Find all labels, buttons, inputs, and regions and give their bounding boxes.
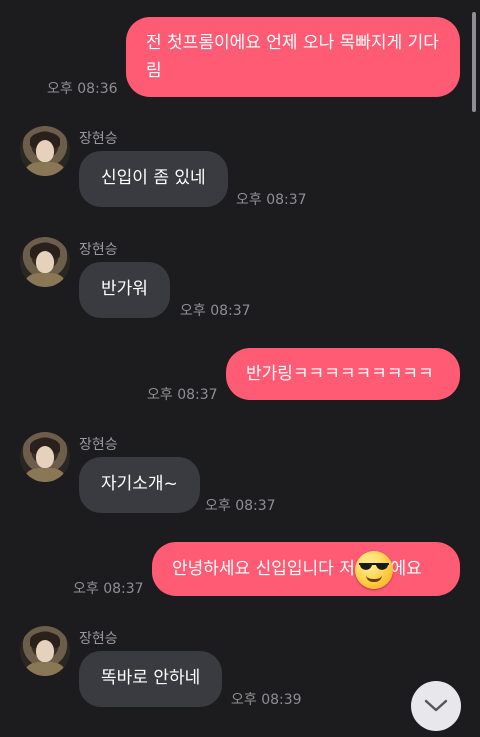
message-text: 자기소개~ xyxy=(101,474,178,494)
incoming-message-bubble[interactable]: 자기소개~ xyxy=(79,457,200,513)
incoming-message-bubble[interactable]: 똑바로 안하네 xyxy=(79,651,223,707)
message-timestamp: 오후 08:36 xyxy=(47,81,118,97)
outgoing-message-bubble[interactable]: 안녕하세요 신입입니다 저 이에요 xyxy=(152,542,460,596)
message-text: 반가워 xyxy=(101,279,148,299)
message-timestamp: 오후 08:37 xyxy=(73,581,144,597)
message-text-line: 림 xyxy=(146,61,162,81)
sender-avatar[interactable] xyxy=(20,126,70,176)
chat-view[interactable]: 전 첫프롬이에요 언제 오나 목빠지게 기다 림 오후 08:36 장현승 신입… xyxy=(0,0,480,737)
scroll-to-bottom-button[interactable] xyxy=(411,681,461,731)
incoming-message-bubble[interactable]: 신입이 좀 있네 xyxy=(79,151,228,207)
scrollbar[interactable] xyxy=(472,12,476,112)
message-text-line: 전 첫프롬이에요 언제 오나 목빠지게 기다 xyxy=(146,33,439,53)
sender-avatar[interactable] xyxy=(20,626,70,676)
message-text: 똑바로 안하네 xyxy=(101,668,201,688)
sender-name: 장현승 xyxy=(79,631,118,647)
outgoing-message-bubble[interactable]: 전 첫프롬이에요 언제 오나 목빠지게 기다 림 xyxy=(126,17,460,97)
message-timestamp: 오후 08:37 xyxy=(236,192,307,208)
sender-avatar[interactable] xyxy=(20,237,70,287)
message-text: 신입이 좀 있네 xyxy=(101,168,206,188)
sender-name: 장현승 xyxy=(79,131,118,147)
message-timestamp: 오후 08:37 xyxy=(180,303,251,319)
message-text: 안녕하세요 신입입니다 저 xyxy=(172,559,355,579)
sender-name: 장현승 xyxy=(79,437,118,453)
sender-avatar[interactable] xyxy=(20,432,70,482)
sender-name: 장현승 xyxy=(79,242,118,258)
message-timestamp: 오후 08:39 xyxy=(231,692,302,708)
incoming-message-bubble[interactable]: 반가워 xyxy=(79,262,170,318)
sunglasses-emoji-icon xyxy=(355,551,393,589)
outgoing-message-bubble[interactable]: 반가링ㅋㅋㅋㅋㅋㅋㅋㅋㅋ xyxy=(226,348,460,400)
message-text: 반가링ㅋㅋㅋㅋㅋㅋㅋㅋㅋ xyxy=(246,364,434,384)
message-timestamp: 오후 08:37 xyxy=(147,387,218,403)
chevron-down-icon xyxy=(424,699,448,712)
message-timestamp: 오후 08:37 xyxy=(205,498,276,514)
